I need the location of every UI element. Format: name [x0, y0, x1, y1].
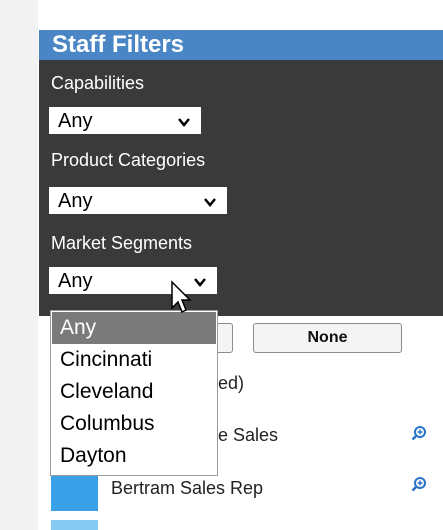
- zoom-icon[interactable]: [411, 425, 427, 441]
- none-button[interactable]: None: [253, 323, 402, 353]
- staff-color-swatch: [51, 520, 98, 530]
- dropdown-option-columbus[interactable]: Columbus: [52, 408, 216, 440]
- product-categories-label: Product Categories: [51, 150, 206, 170]
- staff-name[interactable]: e Sales: [218, 425, 278, 446]
- product-categories-select[interactable]: Any: [49, 187, 227, 214]
- chevron-down-icon: [194, 278, 206, 287]
- mouse-cursor-icon: [171, 280, 192, 314]
- panel-title: Staff Filters: [39, 30, 443, 60]
- capabilities-label: Capabilities: [51, 73, 145, 93]
- dropdown-option-cleveland[interactable]: Cleveland: [52, 376, 216, 408]
- chevron-down-icon: [204, 198, 216, 207]
- staff-color-swatch: [51, 476, 98, 511]
- market-segments-label: Market Segments: [51, 233, 193, 253]
- zoom-icon[interactable]: [411, 476, 427, 492]
- product-categories-value: Any: [58, 190, 93, 212]
- market-segments-value: Any: [58, 270, 93, 292]
- chevron-down-icon: [178, 118, 190, 127]
- capabilities-value: Any: [58, 110, 93, 132]
- dropdown-option-any[interactable]: Any: [52, 312, 216, 344]
- status-text: ed): [218, 373, 245, 393]
- dropdown-option-cincinnati[interactable]: Cincinnati: [52, 344, 216, 376]
- capabilities-select[interactable]: Any: [49, 107, 201, 134]
- staff-name[interactable]: Bertram Sales Rep: [111, 478, 263, 499]
- filters-section: Capabilities Any Product Categories Any …: [39, 60, 443, 316]
- market-segments-dropdown-list: Any Cincinnati Cleveland Columbus Dayton: [50, 310, 218, 476]
- dropdown-option-dayton[interactable]: Dayton: [52, 440, 216, 472]
